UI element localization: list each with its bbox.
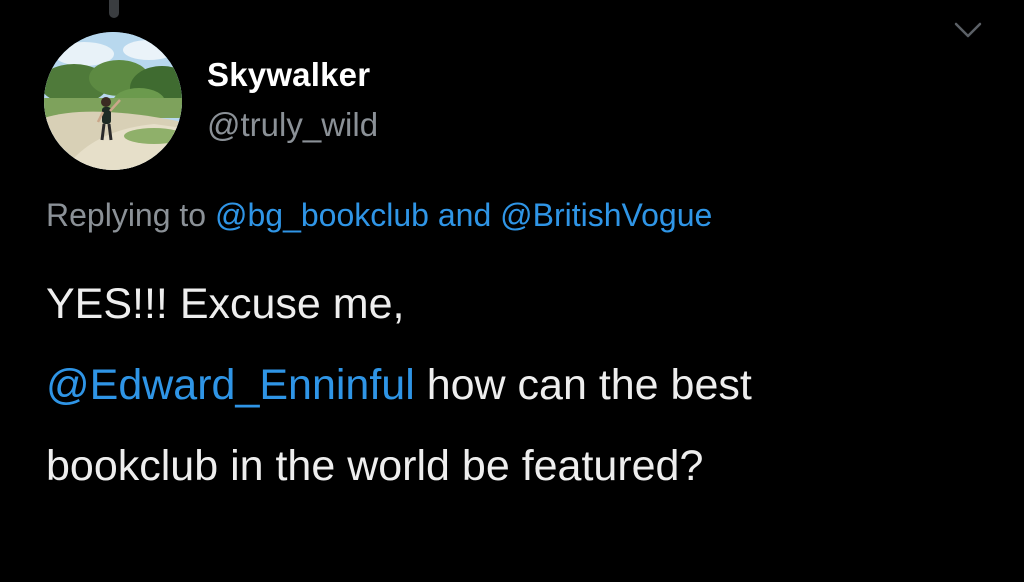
tweet-text-line: @Edward_Enninful how can the best [46,345,996,426]
tweet-text: YES!!! Excuse me, @Edward_Enninful how c… [46,264,996,507]
tweet-text-line: YES!!! Excuse me, [46,280,405,328]
user-handle[interactable]: @truly_wild [207,106,378,144]
avatar[interactable] [44,32,182,170]
thread-connector-line [109,0,119,18]
reply-context: Replying to @bg_bookclub and @BritishVog… [46,197,712,234]
mention-link-edward-enninful[interactable]: @Edward_Enninful [46,361,415,409]
user-display-name[interactable]: Skywalker [207,56,370,94]
reply-joiner: and [437,197,492,233]
reply-prefix: Replying to [46,197,207,233]
mention-link-bg-bookclub[interactable]: @bg_bookclub [215,197,429,233]
tweet-text-line: bookclub in the world be featured? [46,442,704,490]
chevron-down-icon[interactable] [950,16,986,42]
tweet-text-fragment: how can the best [414,361,752,409]
mention-link-britishvogue[interactable]: @BritishVogue [500,197,712,233]
